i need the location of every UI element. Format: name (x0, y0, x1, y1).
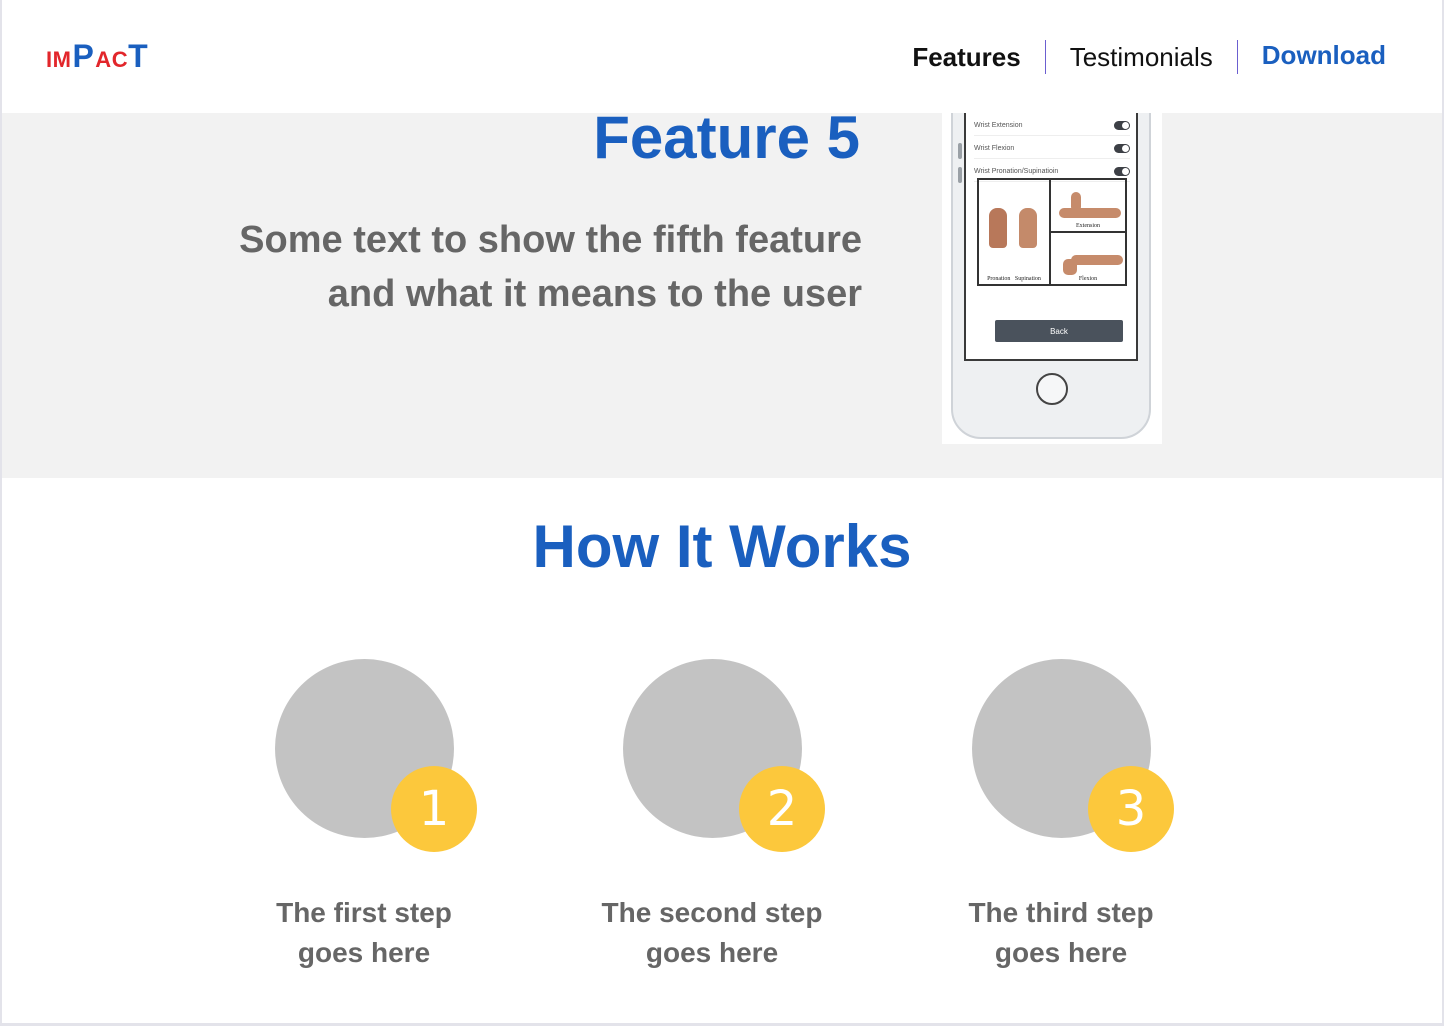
logo-letter-a: A (95, 47, 112, 72)
extension-label: Extension (1076, 223, 1100, 229)
step-description-line-1: The second step (601, 897, 823, 928)
site-header: I M P A C T Features Testimonials Downlo… (2, 0, 1442, 113)
how-it-works-title: How It Works (532, 513, 912, 580)
fist-image (1019, 208, 1037, 248)
logo-letter-p: P (72, 38, 95, 74)
logo-letter-i: I (46, 47, 53, 72)
arm-image (1071, 255, 1123, 265)
phone-side-button (958, 143, 962, 159)
feature-description-line-2: and what it means to the user (327, 273, 862, 315)
step-description-line-2: goes here (994, 937, 1128, 968)
supination-label: Supination (1014, 276, 1041, 282)
phone-side-button (958, 167, 962, 183)
toggle-switch[interactable] (1114, 166, 1130, 176)
phone-body: Wrist Extension Wrist Flexion Wrist Pron… (951, 93, 1151, 439)
step-description: The third step goes here (931, 893, 1191, 973)
step-description-line-1: The first step (276, 897, 452, 928)
pose-labels: Pronation Supination (979, 276, 1049, 282)
logo-letter-c: C (111, 47, 129, 72)
nav-download-link[interactable]: Download (1238, 36, 1386, 74)
flexion-cell: Flexion (1050, 232, 1126, 285)
arm-image (1059, 208, 1121, 218)
wrist-pose-illustration: Pronation Supination Extension Flexion (977, 178, 1127, 286)
main-nav: Features Testimonials Download (888, 38, 1386, 76)
step-description-line-1: The third step (968, 897, 1154, 928)
phone-mockup: Wrist Extension Wrist Flexion Wrist Pron… (942, 93, 1162, 444)
step-description: The second step goes here (582, 893, 842, 973)
hand-image (1063, 259, 1077, 275)
page-frame: I M P A C T Features Testimonials Downlo… (0, 0, 1444, 1026)
step-description: The first step goes here (234, 893, 494, 973)
flexion-label: Flexion (1078, 276, 1098, 282)
feature-title: Feature 5 (593, 104, 860, 171)
nav-features-link[interactable]: Features (888, 38, 1044, 76)
feature-description-line-1: Some text to show the fifth feature (239, 219, 862, 261)
feature-section: Feature 5 Some text to show the fifth fe… (2, 93, 1442, 478)
setting-row-wrist-extension: Wrist Extension (974, 115, 1130, 136)
nav-testimonials-link[interactable]: Testimonials (1046, 38, 1237, 76)
step-description-line-2: goes here (645, 937, 779, 968)
toggle-switch[interactable] (1114, 120, 1130, 130)
pronation-label: Pronation (987, 276, 1011, 282)
logo-letter-m: M (52, 47, 72, 72)
impact-logo[interactable]: I M P A C T (46, 38, 148, 75)
feature-description: Some text to show the fifth feature and … (142, 213, 862, 321)
hand-image (1071, 192, 1081, 212)
phone-home-button (1036, 373, 1068, 405)
setting-row-wrist-flexion: Wrist Flexion (974, 138, 1130, 159)
setting-label: Wrist Extension (974, 121, 1023, 129)
setting-label: Wrist Flexion (974, 144, 1015, 152)
step-number-badge: 2 (739, 766, 825, 852)
fist-image (989, 208, 1007, 248)
logo-letter-t: T (128, 38, 149, 74)
back-button[interactable]: Back (995, 320, 1123, 342)
setting-label: Wrist Pronation/Supinatioin (974, 167, 1059, 175)
step-description-line-2: goes here (297, 937, 431, 968)
step-number-badge: 1 (391, 766, 477, 852)
extension-cell: Extension (1050, 179, 1126, 232)
pronation-supination-cell: Pronation Supination (978, 179, 1050, 285)
toggle-switch[interactable] (1114, 143, 1130, 153)
step-number-badge: 3 (1088, 766, 1174, 852)
phone-screen: Wrist Extension Wrist Flexion Wrist Pron… (964, 93, 1138, 361)
